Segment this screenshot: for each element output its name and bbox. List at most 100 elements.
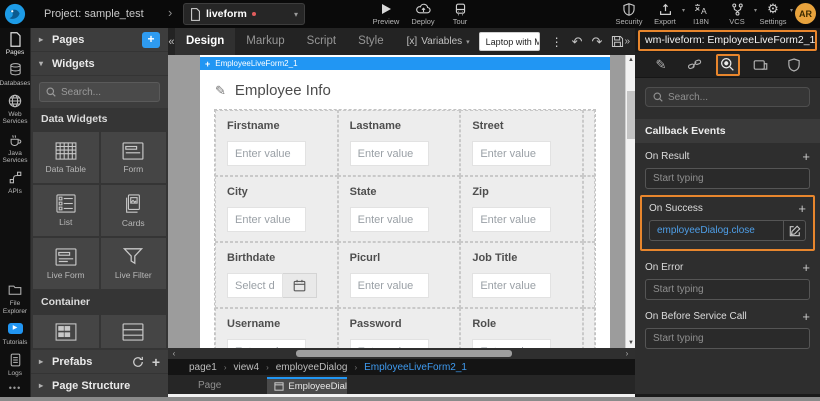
deploy-button[interactable]: Deploy [409,2,437,26]
rail-item-tutorials[interactable]: ▶ Tutorials [0,321,30,346]
breadcrumb-view4[interactable]: view4 [233,362,259,373]
employee-dialog-tab[interactable]: EmployeeDial... [267,377,347,394]
link-icon [687,58,702,71]
tab-markup[interactable]: Markup [235,28,295,55]
password-input[interactable] [350,339,429,348]
add-on-error-button[interactable]: + [802,261,810,274]
breadcrumb-employeedialog[interactable]: employeeDialog [276,362,348,373]
add-on-before-service-call-button[interactable]: + [802,310,810,323]
add-page-button[interactable]: + [142,32,160,48]
funnel-icon [123,247,143,266]
chevron-down-icon: ▾ [466,38,470,46]
widget-tile-layout-rows[interactable] [101,315,167,348]
lastname-input[interactable] [350,141,429,166]
preview-button[interactable]: Preview [372,2,400,26]
redo-button[interactable]: ↷ [592,35,603,48]
on-before-service-call-input[interactable] [645,328,810,349]
page-selector-dropdown[interactable]: liveform ▾ [183,3,305,25]
prefabs-section-header[interactable]: ▸ Prefabs + [31,350,168,374]
breadcrumb-page1[interactable]: page1 [189,362,217,373]
tab-styles[interactable] [682,54,706,76]
add-on-success-button[interactable]: + [798,202,806,215]
branch-icon [731,2,744,16]
tab-properties[interactable]: ✎ [649,54,673,76]
birthdate-input[interactable] [227,273,283,298]
form-field-street: Street [460,110,583,176]
picurl-input[interactable] [350,273,429,298]
security-button[interactable]: Security [615,2,643,26]
refresh-icon[interactable] [132,356,144,368]
calendar-button[interactable] [283,273,317,298]
state-input[interactable] [350,207,429,232]
device-selector[interactable]: Laptop with MDPI Screen ▾ [479,32,540,51]
export-button[interactable]: ▾ Export [651,2,679,26]
widget-tile-live-form[interactable]: Live Form [33,238,99,289]
widget-tile-form[interactable]: Form [101,132,167,183]
widget-search-input[interactable] [61,87,151,98]
tab-events[interactable] [716,54,740,76]
i18n-button[interactable]: A I18N [687,2,715,26]
street-input[interactable] [472,141,551,166]
breadcrumb-separator: › [224,363,227,372]
widget-tile-cards[interactable]: Cards [101,185,167,236]
rail-more-button[interactable]: ••• [9,383,21,393]
tab-device[interactable] [749,54,773,76]
horizontal-scroll-thumb[interactable] [296,350,512,357]
pages-section-header[interactable]: ▸ Pages + [31,28,168,52]
vcs-button[interactable]: ▾ VCS [723,2,751,26]
breadcrumb-employeeliveform[interactable]: EmployeeLiveForm2_1 [364,362,467,373]
canvas-vertical-scrollbar[interactable]: ▲ ▼ [625,55,635,348]
tour-button[interactable]: Tour [446,2,474,26]
selected-widget-bar[interactable]: + EmployeeLiveForm2_1 [200,57,610,70]
user-avatar[interactable]: AR [795,3,816,24]
on-error-input[interactable] [645,279,810,300]
variables-button[interactable]: [x] Variables ▾ [407,36,470,47]
properties-search[interactable] [645,87,810,107]
collapse-left-panel-button[interactable]: « [168,36,175,48]
expand-right-panel-button[interactable]: » [624,36,630,47]
add-prefab-button[interactable]: + [152,354,160,370]
canvas-horizontal-scrollbar[interactable]: ‹ › [168,348,635,359]
tab-design[interactable]: Design [175,28,235,55]
zip-input[interactable] [472,207,551,232]
username-input[interactable] [227,339,306,348]
rail-item-logs[interactable]: Logs [0,352,30,377]
scroll-left-button[interactable]: ‹ [168,349,180,358]
tab-script[interactable]: Script [296,28,347,55]
widget-tile-data-table[interactable]: Data Table [33,132,99,183]
wavemaker-logo-icon[interactable] [4,3,26,25]
vertical-scroll-thumb[interactable] [627,91,635,139]
undo-button[interactable]: ↶ [572,35,583,48]
jobtitle-input[interactable] [472,273,551,298]
scroll-right-button[interactable]: › [621,349,633,358]
rail-item-databases[interactable]: Databases [0,62,30,87]
save-button[interactable] [611,35,624,48]
tab-style[interactable]: Style [347,28,395,55]
event-on-result: On Result + [635,143,820,192]
firstname-input[interactable] [227,141,306,166]
widget-tile-list[interactable]: List [33,185,99,236]
rail-item-pages[interactable]: Pages [0,31,30,56]
rail-item-file-explorer[interactable]: File Explorer [0,282,30,314]
rail-item-java-services[interactable]: Java Services [0,132,30,164]
widgets-section-header[interactable]: ▾ Widgets [31,52,168,76]
tab-security[interactable] [782,54,806,76]
edit-script-button[interactable] [783,221,805,240]
widget-search[interactable] [39,82,160,102]
properties-search-input[interactable] [668,92,788,103]
rail-item-web-services[interactable]: Web Services [0,93,30,125]
search-icon [46,87,56,97]
add-on-result-button[interactable]: + [802,150,810,163]
role-input[interactable] [472,339,551,348]
form-grid: Firstname Lastname Street City [214,109,596,348]
on-result-input[interactable] [645,168,810,189]
page-structure-section-header[interactable]: ▸ Page Structure [31,374,168,398]
widget-tile-live-filter[interactable]: Live Filter [101,238,167,289]
breadcrumb-separator: › [354,363,357,372]
more-options-button[interactable]: ⋮ [551,35,563,49]
settings-button[interactable]: ⚙ ▾ Settings [759,2,787,26]
rail-item-apis[interactable]: APIs [0,170,30,195]
on-success-value-link[interactable]: employeeDialog.close [657,225,783,236]
city-input[interactable] [227,207,306,232]
widget-tile-grid-layout[interactable] [33,315,99,348]
